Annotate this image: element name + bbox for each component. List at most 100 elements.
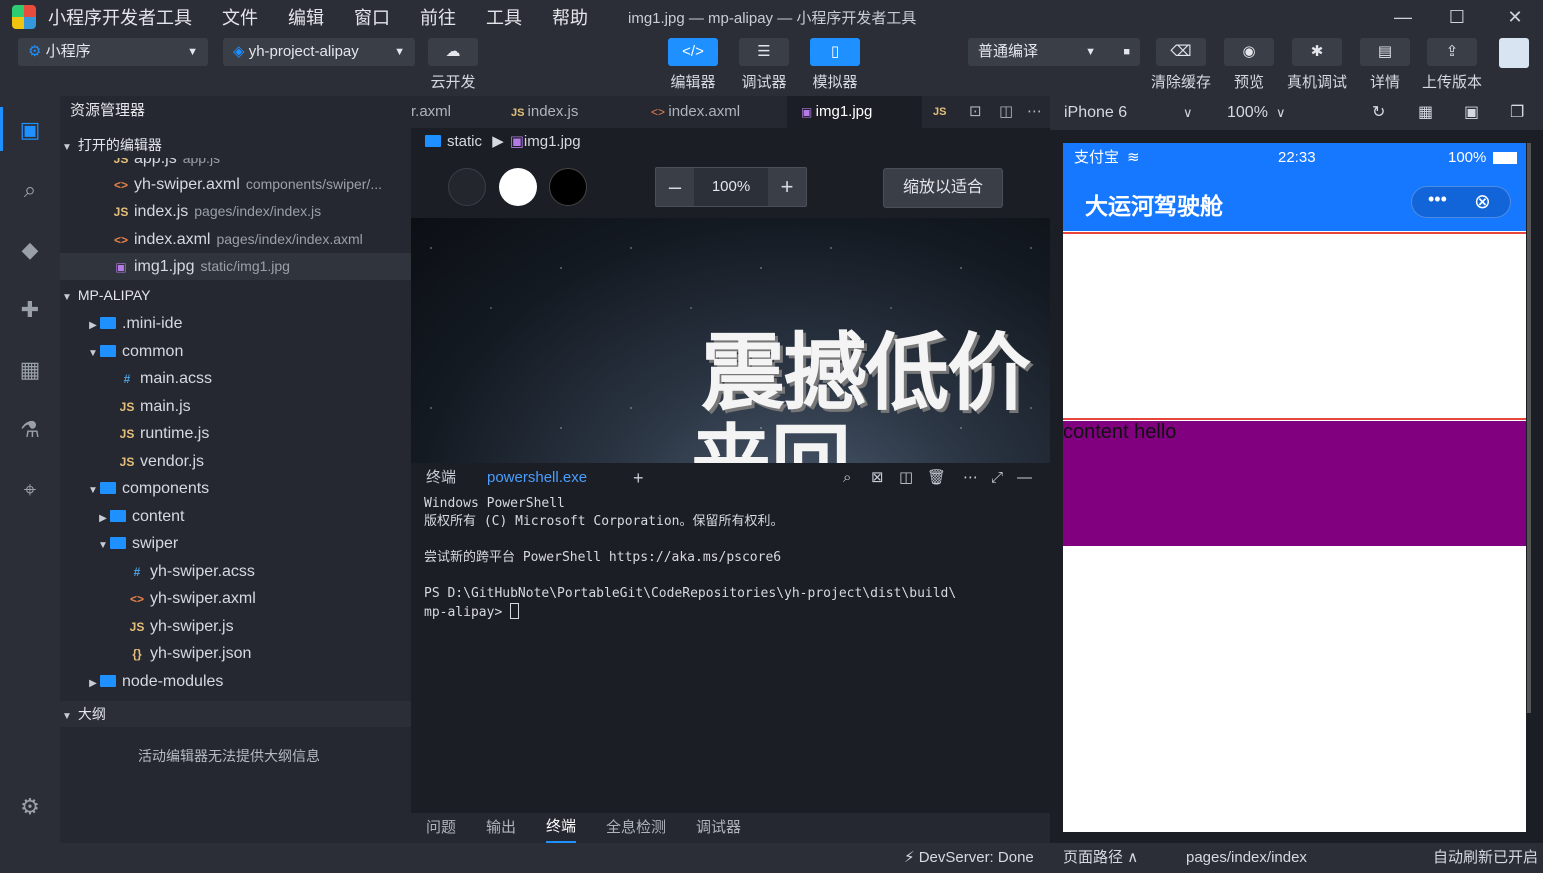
menu-go[interactable]: 前往 xyxy=(420,4,456,30)
swiper-highlight[interactable] xyxy=(1063,232,1526,420)
clear-cache-button[interactable]: ⌫ xyxy=(1156,38,1206,66)
grid-icon[interactable]: ▦ xyxy=(1418,96,1433,130)
editor-button[interactable]: </> xyxy=(668,38,718,66)
tree-folder[interactable]: ▶ node-modules xyxy=(60,668,411,695)
close-circle-icon[interactable]: ⊗ xyxy=(1474,189,1491,214)
simulator-button[interactable]: ▯ xyxy=(810,38,860,66)
tab-output[interactable]: 输出 xyxy=(486,813,516,843)
inspect-icon[interactable]: ⌖ xyxy=(14,474,46,506)
git-icon[interactable]: ◆ xyxy=(14,234,46,266)
window-icon[interactable]: ❐ xyxy=(1510,96,1524,130)
tree-file[interactable]: JS vendor.js xyxy=(60,448,411,475)
tree-folder[interactable]: ▶ content xyxy=(60,503,411,530)
terminal-output[interactable]: Windows PowerShell 版权所有 (C) Microsoft Cor… xyxy=(411,493,1050,813)
tab-debugger[interactable]: 调试器 xyxy=(696,813,741,843)
compile-select[interactable]: 普通编译 ▼ ■ xyxy=(968,38,1140,66)
maximize-icon[interactable]: ☐ xyxy=(1444,4,1470,30)
trash-icon[interactable]: 🗑 xyxy=(927,463,946,493)
menu-file[interactable]: 文件 xyxy=(222,4,258,30)
mode-select[interactable]: ⚙ 小程序 ▼ xyxy=(18,38,208,66)
avatar[interactable] xyxy=(1499,38,1529,68)
open-editor-item[interactable]: JS app.js app.js xyxy=(60,158,411,168)
search-icon[interactable]: ⌕ xyxy=(14,174,46,206)
upload-button[interactable]: ⇪ xyxy=(1427,38,1477,66)
terminal-shell-tab[interactable]: powershell.exe xyxy=(487,463,587,493)
tree-file[interactable]: # yh-swiper.acss xyxy=(60,558,411,585)
more-icon[interactable]: ⋯ xyxy=(963,463,978,493)
gear-icon[interactable]: ⚙ xyxy=(14,791,46,823)
tab-terminal[interactable]: 终端 xyxy=(546,813,577,843)
auto-refresh-status[interactable]: 自动刷新已开启 xyxy=(1433,843,1538,873)
fit-button[interactable]: 缩放以适合 xyxy=(883,168,1003,208)
menu-help[interactable]: 帮助 xyxy=(552,4,588,30)
maximize-panel-icon[interactable]: ⤢ xyxy=(991,463,1003,493)
add-terminal-icon[interactable]: + xyxy=(633,463,644,493)
search-icon[interactable]: ⌕ xyxy=(843,463,851,493)
tree-file[interactable]: JS yh-swiper.js xyxy=(60,613,411,640)
open-preview-icon[interactable]: ⊡ xyxy=(969,96,982,128)
split-terminal-icon[interactable]: ◫ xyxy=(899,463,913,493)
extensions-icon[interactable]: ✚ xyxy=(14,294,46,326)
explorer-icon[interactable]: ▣ xyxy=(14,114,46,146)
menu-edit[interactable]: 编辑 xyxy=(288,4,324,30)
tab-problems[interactable]: 问题 xyxy=(426,813,456,843)
chevron-down-icon[interactable]: ∨ xyxy=(1183,96,1193,130)
menu-window[interactable]: 窗口 xyxy=(354,4,390,30)
bg-black-swatch[interactable] xyxy=(549,168,587,206)
bg-dark-swatch[interactable] xyxy=(448,168,486,206)
bg-white-swatch[interactable] xyxy=(499,168,537,206)
open-editor-item[interactable]: JS index.js pages/index/index.js xyxy=(60,198,411,225)
open-editor-item[interactable]: <> index.axml pages/index/index.axml xyxy=(60,226,411,253)
split-editor-icon[interactable]: ◫ xyxy=(999,96,1013,128)
store-icon[interactable]: ▦ xyxy=(14,354,46,386)
zoom-out-button[interactable]: – xyxy=(656,168,694,206)
sliders-icon: ☰ xyxy=(757,43,771,60)
chevron-down-icon[interactable]: ∨ xyxy=(1276,96,1286,130)
close-icon[interactable]: ✕ xyxy=(1502,4,1528,30)
tree-file[interactable]: JS main.js xyxy=(60,393,411,420)
tab-index-js[interactable]: JS index.js xyxy=(497,96,592,128)
tab-axml[interactable]: r.axml xyxy=(397,96,465,128)
stop-icon[interactable]: ■ xyxy=(1123,38,1130,66)
more-icon[interactable]: ••• xyxy=(1428,189,1447,210)
cloud-button[interactable]: ☁ xyxy=(428,38,478,66)
tree-file[interactable]: # main.acss xyxy=(60,365,411,392)
device-select[interactable]: iPhone 6 xyxy=(1064,96,1127,130)
tab-holographic[interactable]: 全息检测 xyxy=(606,813,666,843)
minimize-panel-icon[interactable]: — xyxy=(1017,463,1032,493)
open-editor-item[interactable]: ▣ img1.jpg static/img1.jpg xyxy=(60,253,411,280)
page-path-toggle[interactable]: 页面路径 ∧ xyxy=(1063,843,1138,873)
device-settings-icon[interactable]: ▣ xyxy=(1464,96,1479,130)
tree-file[interactable]: <> yh-swiper.axml xyxy=(60,585,411,612)
kill-terminal-icon[interactable]: ⊠ xyxy=(871,463,884,493)
more-icon[interactable]: ⋯ xyxy=(1027,96,1042,128)
tree-file[interactable]: {} yh-swiper.json xyxy=(60,640,411,667)
refresh-icon[interactable]: ↻ xyxy=(1372,96,1385,130)
menu-tools[interactable]: 工具 xyxy=(486,4,522,30)
debugger-button[interactable]: ☰ xyxy=(739,38,789,66)
tab-index-axml[interactable]: <> index.axml xyxy=(637,96,754,128)
breadcrumb-file[interactable]: img1.jpg xyxy=(524,133,581,150)
tree-folder[interactable]: ▼ components xyxy=(60,475,411,502)
tree-folder[interactable]: ▶ .mini-ide xyxy=(60,310,411,337)
preview-button[interactable]: ◉ xyxy=(1224,38,1274,66)
simulator-scrollbar[interactable] xyxy=(1527,143,1531,713)
test-flask-icon[interactable]: ⚗ xyxy=(14,414,46,446)
zoom-in-button[interactable]: + xyxy=(768,168,806,206)
breadcrumb-folder[interactable]: static xyxy=(447,133,482,150)
minimize-icon[interactable]: — xyxy=(1390,4,1416,30)
open-editors-header[interactable]: ▼ 打开的编辑器 xyxy=(60,132,411,158)
sim-zoom-select[interactable]: 100% xyxy=(1227,96,1268,130)
tab-img1[interactable]: ▣ img1.jpg xyxy=(787,96,922,128)
details-button[interactable]: ▤ xyxy=(1360,38,1410,66)
project-header[interactable]: ▼ MP-ALIPAY xyxy=(60,282,411,308)
js-icon[interactable]: JS xyxy=(933,96,946,128)
tree-file[interactable]: JS runtime.js xyxy=(60,420,411,447)
devserver-status[interactable]: ⚡ DevServer: Done xyxy=(904,843,1034,873)
tree-folder[interactable]: ▼ swiper xyxy=(60,530,411,557)
open-editor-item[interactable]: <> yh-swiper.axml components/swiper/... xyxy=(60,171,411,198)
outline-header[interactable]: ▼ 大纲 xyxy=(60,701,411,727)
project-select[interactable]: ◈ yh-project-alipay ▼ xyxy=(223,38,415,66)
remote-debug-button[interactable]: ✱ xyxy=(1292,38,1342,66)
tree-folder[interactable]: ▼ common xyxy=(60,338,411,365)
